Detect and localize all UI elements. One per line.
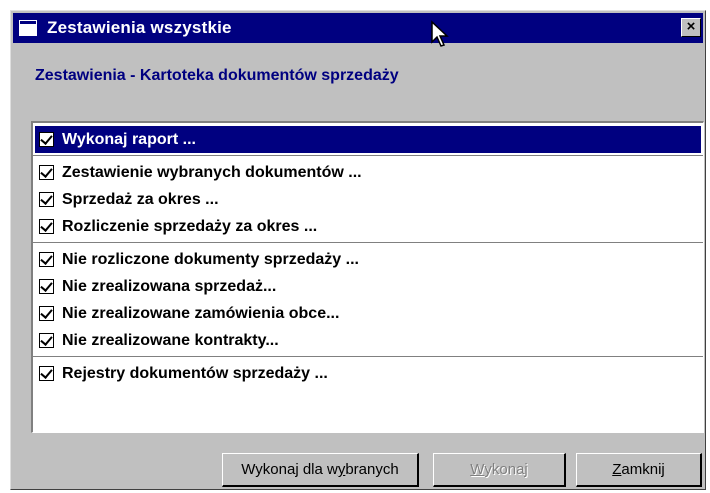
checkbox-icon[interactable]	[39, 219, 54, 234]
close-label-end: amknij	[621, 461, 665, 478]
mouse-pointer-icon	[431, 20, 449, 47]
close-button[interactable]: Zamknij	[576, 453, 702, 487]
title-bar[interactable]: Zestawienia wszystkie ×	[13, 13, 703, 43]
list-item[interactable]: Rejestry dokumentów sprzedaży ...	[33, 360, 703, 387]
list-item[interactable]: Nie rozliczone dokumenty sprzedaży ...	[33, 246, 703, 273]
list-item-label: Sprzedaż za okres ...	[62, 190, 219, 208]
list-group: Zestawienie wybranych dokumentów ... Spr…	[33, 156, 703, 243]
list-item-label: Rozliczenie sprzedaży za okres ...	[62, 217, 318, 235]
list-item-label: Nie zrealizowane kontrakty...	[62, 331, 279, 349]
window-icon	[19, 20, 37, 36]
list-group: Nie rozliczone dokumenty sprzedaży ... N…	[33, 243, 703, 357]
list-item-label: Zestawienie wybranych dokumentów ...	[62, 163, 362, 181]
list-item-label: Nie rozliczone dokumenty sprzedaży ...	[62, 250, 359, 268]
list-item[interactable]: Sprzedaż za okres ...	[33, 186, 703, 213]
list-item[interactable]: Nie zrealizowane zamówienia obce...	[33, 300, 703, 327]
checkbox-icon[interactable]	[39, 333, 54, 348]
run-selected-button[interactable]: Wykonaj dla w y branych	[222, 453, 419, 487]
list-group: Wykonaj raport ...	[33, 123, 703, 156]
run-selected-label-end: branych	[345, 461, 399, 478]
list-item-label: Nie zrealizowana sprzedaż...	[62, 277, 277, 295]
close-icon[interactable]: ×	[681, 18, 701, 37]
list-item[interactable]: Nie zrealizowana sprzedaż...	[33, 273, 703, 300]
report-list[interactable]: Wykonaj raport ... Zestawienie wybranych…	[31, 121, 704, 433]
checkbox-icon[interactable]	[39, 192, 54, 207]
run-accel: W	[470, 461, 485, 478]
button-bar: Wykonaj dla w y branych Wykonaj Zamknij	[11, 453, 705, 487]
list-item-label: Rejestry dokumentów sprzedaży ...	[62, 364, 328, 382]
list-item-label: Wykonaj raport ...	[62, 130, 196, 148]
list-item-label: Nie zrealizowane zamówienia obce...	[62, 304, 340, 322]
run-selected-accel: y	[337, 461, 346, 478]
list-group: Rejestry dokumentów sprzedaży ...	[33, 357, 703, 389]
checkbox-icon[interactable]	[39, 252, 54, 267]
list-item[interactable]: Zestawienie wybranych dokumentów ...	[33, 159, 703, 186]
checkbox-icon[interactable]	[39, 132, 54, 147]
run-label-end: ykonaj	[484, 461, 528, 478]
list-item[interactable]: Nie zrealizowane kontrakty...	[33, 327, 703, 354]
window-title: Zestawienia wszystkie	[47, 18, 232, 37]
close-accel: Z	[612, 461, 622, 478]
list-item[interactable]: Rozliczenie sprzedaży za okres ...	[33, 213, 703, 240]
dialog-subtitle: Zestawienia - Kartoteka dokumentów sprze…	[35, 67, 399, 84]
dialog-window: Zestawienia wszystkie × Zestawienia - Ka…	[10, 10, 706, 490]
run-selected-label-start: Wykonaj dla w	[241, 461, 338, 478]
list-item-run-report[interactable]: Wykonaj raport ...	[35, 126, 701, 153]
checkbox-icon[interactable]	[39, 306, 54, 321]
checkbox-icon[interactable]	[39, 366, 54, 381]
checkbox-icon[interactable]	[39, 165, 54, 180]
run-button[interactable]: Wykonaj	[433, 453, 566, 487]
checkbox-icon[interactable]	[39, 279, 54, 294]
